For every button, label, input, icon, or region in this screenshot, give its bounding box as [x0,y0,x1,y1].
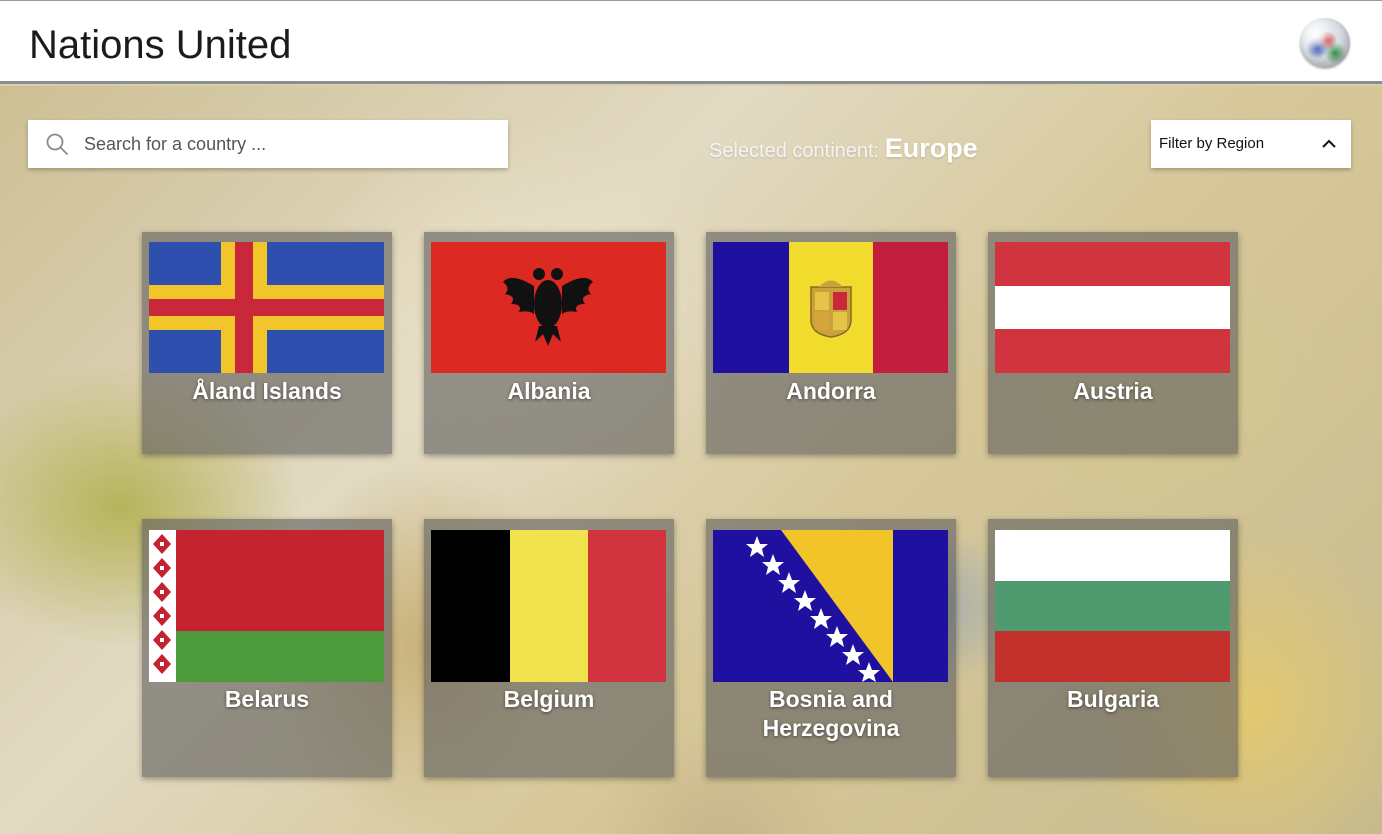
flag-belgium [431,530,666,682]
app-title: Nations United [29,23,292,67]
country-card-aland-islands[interactable]: Åland Islands [142,232,392,454]
country-card-belgium[interactable]: Belgium [424,519,674,777]
selected-continent: Selected continent: Europe [709,128,978,168]
country-name: Bosnia and Herzegovina [762,686,900,741]
country-name: Austria [1073,378,1153,404]
flag-albania [431,242,666,373]
selected-continent-name: Europe [884,133,978,163]
flag-bosnia-and-herzegovina [713,530,948,682]
flag-belarus [149,530,384,682]
country-card-bosnia-and-herzegovina[interactable]: Bosnia and Herzegovina [706,519,956,777]
country-card-albania[interactable]: Albania [424,232,674,454]
country-name: Belarus [224,686,310,712]
flag-andorra [713,242,948,373]
country-card-belarus[interactable]: Belarus [142,519,392,777]
flag-bulgaria [995,530,1230,682]
country-card-austria[interactable]: Austria [988,232,1238,454]
country-name: Albania [507,378,591,404]
country-card-andorra[interactable]: Andorra [706,232,956,454]
search-input[interactable] [84,120,494,168]
search-icon [46,133,68,155]
filter-by-region-dropdown[interactable]: Filter by Region [1151,120,1351,168]
filter-label: Filter by Region [1159,135,1265,152]
search-box[interactable] [28,120,508,168]
app-header: Nations United [0,0,1382,84]
selected-continent-label: Selected continent: [709,140,880,162]
country-card-bulgaria[interactable]: Bulgaria [988,519,1238,777]
chevron-up-icon [1322,139,1336,148]
country-name: Åland Islands [192,378,342,404]
country-name: Bulgaria [1066,686,1160,712]
globe-icon[interactable] [1300,18,1350,68]
flag-austria [995,242,1230,373]
country-name: Andorra [786,378,876,404]
country-name: Belgium [503,686,595,712]
flag-aland-islands [149,242,384,373]
